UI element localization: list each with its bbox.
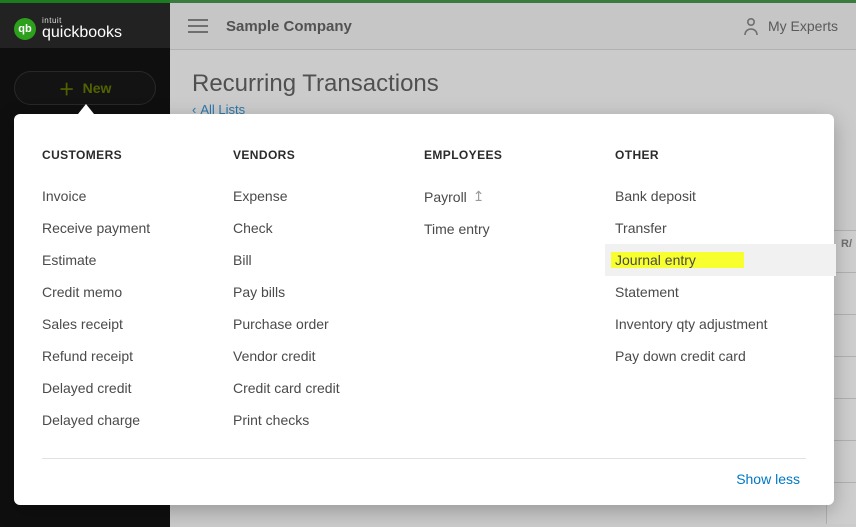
item-statement[interactable]: Statement [615, 276, 806, 308]
other-column: OTHER Bank deposit Transfer Journal entr… [615, 148, 806, 436]
item-refund-receipt[interactable]: Refund receipt [42, 340, 233, 372]
page-title: Recurring Transactions [192, 70, 834, 98]
arrow-up-icon: ↥ [473, 188, 485, 205]
customers-header: CUSTOMERS [42, 148, 233, 162]
flyout-pointer [78, 104, 94, 114]
hamburger-icon[interactable] [188, 15, 208, 37]
person-icon [742, 16, 760, 36]
item-delayed-charge[interactable]: Delayed charge [42, 404, 233, 436]
item-payroll[interactable]: Payroll ↥ [424, 180, 615, 213]
item-payroll-label: Payroll [424, 189, 467, 205]
item-inventory-qty-adjustment[interactable]: Inventory qty adjustment [615, 308, 806, 340]
top-bar: Sample Company My Experts [170, 0, 856, 50]
item-purchase-order[interactable]: Purchase order [233, 308, 424, 340]
brand-product: quickbooks [42, 25, 122, 41]
other-header: OTHER [615, 148, 806, 162]
customers-column: CUSTOMERS Invoice Receive payment Estima… [42, 148, 233, 436]
item-sales-receipt[interactable]: Sales receipt [42, 308, 233, 340]
item-journal-entry-label: Journal entry [615, 252, 696, 268]
item-estimate[interactable]: Estimate [42, 244, 233, 276]
item-credit-memo[interactable]: Credit memo [42, 276, 233, 308]
item-pay-down-credit-card[interactable]: Pay down credit card [615, 340, 806, 372]
item-invoice[interactable]: Invoice [42, 180, 233, 212]
item-vendor-credit[interactable]: Vendor credit [233, 340, 424, 372]
item-time-entry[interactable]: Time entry [424, 213, 615, 245]
item-expense[interactable]: Expense [233, 180, 424, 212]
employees-header: EMPLOYEES [424, 148, 615, 162]
item-bank-deposit[interactable]: Bank deposit [615, 180, 806, 212]
qb-mark-icon: qb [14, 18, 36, 40]
item-receive-payment[interactable]: Receive payment [42, 212, 233, 244]
flyout-divider [42, 458, 806, 459]
show-less-link[interactable]: Show less [42, 471, 806, 487]
item-credit-card-credit[interactable]: Credit card credit [233, 372, 424, 404]
item-check[interactable]: Check [233, 212, 424, 244]
item-pay-bills[interactable]: Pay bills [233, 276, 424, 308]
item-delayed-credit[interactable]: Delayed credit [42, 372, 233, 404]
employees-column: EMPLOYEES Payroll ↥ Time entry [424, 148, 615, 436]
table-header-fragment: R/ [841, 238, 852, 250]
item-print-checks[interactable]: Print checks [233, 404, 424, 436]
vendors-column: VENDORS Expense Check Bill Pay bills Pur… [233, 148, 424, 436]
company-name: Sample Company [226, 18, 352, 35]
item-journal-entry[interactable]: Journal entry [605, 244, 836, 276]
new-transaction-flyout: CUSTOMERS Invoice Receive payment Estima… [14, 114, 834, 505]
item-transfer[interactable]: Transfer [615, 212, 806, 244]
item-bill[interactable]: Bill [233, 244, 424, 276]
vendors-header: VENDORS [233, 148, 424, 162]
my-experts-button[interactable]: My Experts [742, 16, 838, 36]
my-experts-label: My Experts [768, 18, 838, 34]
